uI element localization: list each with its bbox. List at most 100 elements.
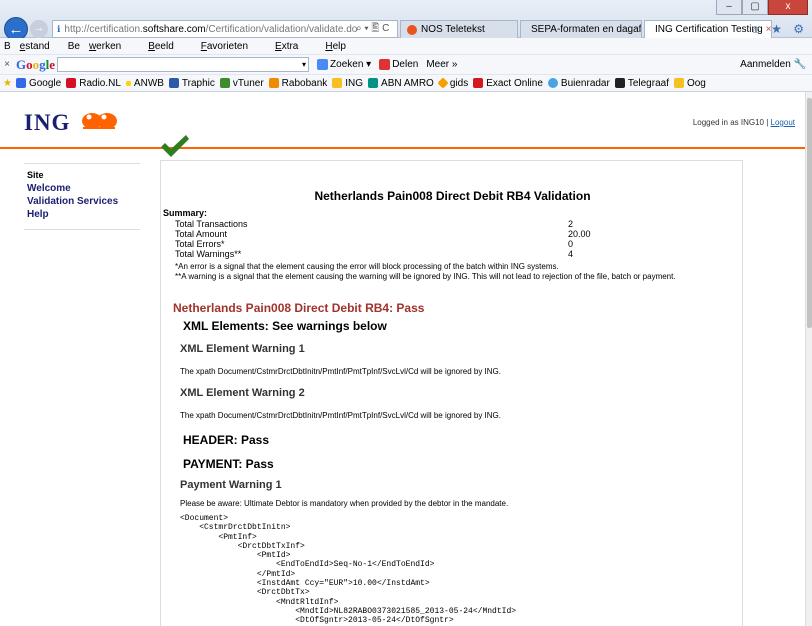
signin-link[interactable]: Aanmelden 🔧 [740, 59, 806, 70]
summary-value-cell: 4 [568, 249, 574, 259]
overall-pass-title: Netherlands Pain008 Direct Debit RB4: Pa… [173, 301, 425, 315]
url-prefix: http://certification. [64, 23, 143, 35]
rabobank-icon [268, 78, 279, 88]
site-sidebar: Site Welcome Validation Services Help [24, 163, 140, 230]
nos-icon [407, 25, 417, 35]
summary-value-cell: 0 [568, 239, 574, 249]
summary-label-cell: Total Warnings** [175, 249, 242, 259]
url-path: /Certification/validation/validate.do [205, 23, 358, 35]
summary-row: Total Transactions 2 [175, 219, 735, 229]
traffic-icon [168, 78, 179, 88]
tab-label: NOS Teletekst [421, 24, 485, 35]
favorite-rabobank[interactable]: Rabobank [268, 78, 327, 89]
arrow-right-icon: → [33, 22, 45, 34]
tab-label: ING Certification Testing [655, 24, 763, 35]
summary-value-cell: 20.00 [568, 229, 591, 239]
xml-warning-1-heading: XML Element Warning 1 [180, 343, 305, 355]
browser-titlebar: – ▢ x ← → ℹ http://certification. softsha… [0, 0, 812, 41]
menu-favorieten[interactable]: Favorieten [192, 41, 257, 52]
wrench-icon: 🔧 [793, 59, 806, 70]
logged-in-text: Logged in as ING10 | [692, 118, 769, 127]
ing-logo: ING [24, 110, 71, 135]
summary-label-cell: Total Transactions [175, 219, 248, 229]
favorite-oog[interactable]: Oog [673, 78, 706, 89]
tab-sepa-formaten[interactable]: SEPA-formaten en dagafs... [520, 20, 642, 39]
close-window-button[interactable]: x [768, 0, 808, 15]
payment-warning-heading: Payment Warning 1 [180, 479, 282, 491]
sidebar-item-welcome[interactable]: Welcome [27, 182, 140, 195]
favorite-gids[interactable]: gids [437, 77, 468, 89]
close-toolbar-icon[interactable]: × [0, 59, 14, 70]
page-info-icon: ℹ [57, 23, 61, 34]
menu-beeld[interactable]: Beeld [139, 41, 183, 52]
login-info: Logged in as ING10 | Logout [693, 118, 795, 127]
google-logo: Google [16, 56, 56, 72]
favorite-ing[interactable]: ING [332, 78, 363, 89]
menu-bewerken[interactable]: Be werken [68, 41, 130, 52]
logout-link[interactable]: Logout [771, 118, 795, 127]
star-icon: ★ [3, 77, 12, 89]
payment-warning-text: Please be aware: Ultimate Debtor is mand… [180, 499, 509, 508]
abn-amro-icon [368, 78, 379, 88]
favorite-abn-amro[interactable]: ABN AMRO [368, 78, 434, 89]
home-favorites-settings-icons[interactable]: ⌂ ★ ⚙ [753, 22, 808, 36]
summary-label: Summary: [163, 208, 208, 218]
address-tools[interactable]: ⌕ ▾ 🖺 C [356, 21, 389, 38]
google-search-button[interactable]: Zoeken ▾ [317, 59, 371, 70]
tab-nos-teletekst[interactable]: NOS Teletekst [400, 20, 518, 39]
sidebar-item-help[interactable]: Help [27, 208, 140, 221]
anwb-icon [125, 80, 131, 86]
window-controls: – ▢ x [716, 0, 808, 15]
xml-warning-2-heading: XML Element Warning 2 [180, 387, 305, 399]
xml-warning-2-text: The xpath Document/CstmrDrctDbtInitn/Pmt… [180, 411, 501, 420]
google-search-input[interactable]: ▾ [57, 57, 310, 72]
ing-lion-icon [82, 113, 117, 129]
favorite-radionl[interactable]: Radio.NL [66, 78, 121, 89]
exact-icon [473, 78, 484, 88]
report-title: Netherlands Pain008 Direct Debit RB4 Val… [314, 189, 591, 203]
menu-bar: Bestand Be werken Beeld Favorieten Extra … [0, 38, 812, 54]
favorite-telegraaf[interactable]: Telegraaf [614, 78, 669, 89]
favorite-traphic[interactable]: Traphic [168, 78, 215, 89]
xml-code-snippet: <Document> <CstmrDrctDbtInitn> <PmtInf> … [180, 514, 517, 626]
sidebar-item-validation-services[interactable]: Validation Services [27, 195, 140, 208]
menu-help[interactable]: Help [316, 41, 355, 52]
scrollbar-thumb[interactable] [807, 98, 812, 328]
menu-bestand[interactable]: Bestand [4, 41, 59, 52]
arrow-left-icon: ← [8, 21, 24, 38]
favorite-exact-online[interactable]: Exact Online [473, 78, 543, 89]
google-search-icon [317, 59, 329, 70]
share-button[interactable]: Delen [379, 59, 418, 70]
favorite-vtuner[interactable]: vTuner [219, 78, 264, 89]
vtuner-icon [219, 78, 230, 88]
summary-row: Total Warnings** 4 [175, 249, 735, 259]
summary-row: Total Errors* 0 [175, 239, 735, 249]
warning-note: **A warning is a signal that the element… [175, 272, 676, 281]
radio-icon [66, 78, 77, 88]
favorite-anwb[interactable]: ANWB [125, 78, 164, 89]
menu-extra[interactable]: Extra [266, 41, 307, 52]
error-note: *An error is a signal that the element c… [175, 262, 559, 271]
address-bar[interactable]: ℹ http://certification. softshare.com/Cer… [52, 20, 398, 38]
header-divider [0, 147, 805, 149]
validation-report: Netherlands Pain008 Direct Debit RB4 Val… [160, 160, 743, 626]
favorite-google[interactable]: Google [15, 78, 61, 89]
chevron-down-icon[interactable]: ▾ [302, 58, 306, 72]
url-domain: softshare.com [142, 23, 206, 35]
sidebar-title: Site [27, 170, 44, 180]
page-scrollbar[interactable] [805, 92, 812, 626]
favorites-bar: ★ Google Radio.NL ANWB Traphic vTuner Ra… [0, 74, 812, 92]
xml-elements-heading: XML Elements: See warnings below [183, 319, 387, 333]
payment-pass-heading: PAYMENT: Pass [183, 457, 274, 471]
page-icon [332, 78, 343, 88]
tab-label: SEPA-formaten en dagafs... [531, 24, 642, 35]
header-pass-heading: HEADER: Pass [183, 433, 270, 447]
summary-value-cell: 2 [568, 219, 574, 229]
forward-button[interactable]: → [30, 20, 48, 38]
maximize-button[interactable]: ▢ [742, 0, 768, 15]
favorite-buienradar[interactable]: Buienradar [547, 78, 610, 89]
summary-row: Total Amount 20.00 [175, 229, 735, 239]
share-icon [379, 59, 391, 70]
more-button[interactable]: Meer » [426, 59, 457, 70]
minimize-button[interactable]: – [716, 0, 742, 15]
